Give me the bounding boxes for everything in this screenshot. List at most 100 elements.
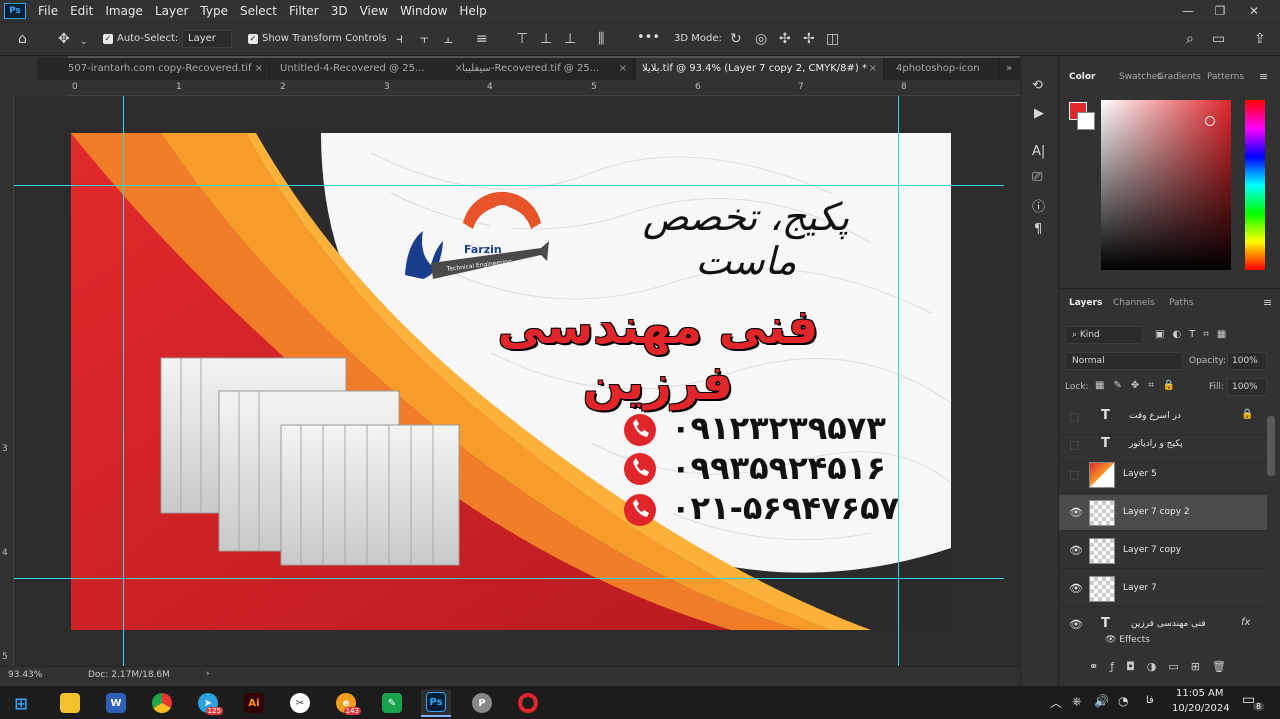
word-icon[interactable]: W xyxy=(101,689,131,717)
hue-slider[interactable] xyxy=(1245,100,1265,270)
visibility-eye-icon[interactable]: 👁 xyxy=(1069,618,1083,631)
fill-input[interactable]: 100% xyxy=(1227,378,1267,396)
photoshop-icon[interactable]: Ps xyxy=(421,689,451,717)
history-icon[interactable]: ⟲ xyxy=(1032,78,1043,93)
tab-paths[interactable]: Paths xyxy=(1169,298,1193,308)
tab-document-1[interactable]: 507-irantarh.com copy-Recovered.tif × xyxy=(62,58,270,80)
volume-icon[interactable]: 🔊 xyxy=(1094,694,1109,708)
menu-3d[interactable]: 3D xyxy=(325,4,354,18)
layer-row[interactable]: 👁 Layer 7 copy xyxy=(1059,533,1267,569)
tab-document-active[interactable]: بلایلا.tif @ 93.4% (Layer 7 copy 2, CMYK… xyxy=(636,58,884,80)
search-icon[interactable]: ⌕ xyxy=(1186,31,1194,47)
restore-button[interactable]: ❐ xyxy=(1204,0,1236,22)
align-right-icon[interactable]: ⫠ xyxy=(444,31,452,47)
visibility-toggle-icon[interactable]: □ xyxy=(1069,438,1079,451)
menu-type[interactable]: Type xyxy=(194,4,234,18)
3d-slide-icon[interactable]: ✢ xyxy=(803,31,815,47)
clock-time[interactable]: 11:05 AM xyxy=(1176,688,1223,699)
document-canvas[interactable]: Farzin Technical Engineering پکیج، تخصص … xyxy=(71,133,951,630)
actions-play-icon[interactable]: ▶ xyxy=(1034,106,1044,121)
tab-channels[interactable]: Channels xyxy=(1113,298,1155,308)
info-icon[interactable]: ⓘ xyxy=(1032,196,1045,215)
language-indicator[interactable]: فا xyxy=(1146,695,1154,706)
chrome-icon[interactable] xyxy=(147,689,177,717)
menu-image[interactable]: Image xyxy=(99,4,149,18)
tab-gradients[interactable]: Gradients xyxy=(1157,72,1201,82)
layer-row-selected[interactable]: 👁 Layer 7 copy 2 xyxy=(1059,495,1267,531)
opera-icon[interactable] xyxy=(513,689,543,717)
guide-horizontal[interactable] xyxy=(14,578,1004,579)
file-explorer-icon[interactable] xyxy=(55,689,85,717)
home-icon[interactable]: ⌂ xyxy=(18,31,27,47)
glyphs-icon[interactable]: ⎚ xyxy=(1032,170,1042,185)
tab-layers[interactable]: Layers xyxy=(1069,298,1102,308)
close-tab-icon[interactable]: × xyxy=(869,58,877,80)
align-top-icon[interactable]: ⊤ xyxy=(516,31,528,47)
visibility-eye-icon[interactable]: 👁 xyxy=(1069,582,1083,595)
more-options-button[interactable]: ••• xyxy=(637,30,660,45)
tab-swatches[interactable]: Swatches xyxy=(1119,72,1162,82)
character-icon[interactable]: A| xyxy=(1032,144,1045,159)
tray-app-icon[interactable]: ⎈ xyxy=(1072,694,1082,709)
panel-menu-icon[interactable]: ≡ xyxy=(1263,296,1272,309)
layer-filter-kind[interactable]: ⌕ Kind xyxy=(1065,326,1143,344)
network-icon[interactable]: ◔ xyxy=(1118,694,1128,708)
minimize-button[interactable]: — xyxy=(1172,0,1204,22)
auto-select-dropdown[interactable]: Layer xyxy=(182,30,232,48)
paragraph-icon[interactable]: ¶ xyxy=(1034,222,1042,237)
tab-document-5[interactable]: 4photoshop-icon xyxy=(890,58,1000,80)
guide-horizontal[interactable] xyxy=(14,185,1004,186)
menu-filter[interactable]: Filter xyxy=(283,4,325,18)
workspace-icon[interactable]: ▭ xyxy=(1212,31,1225,47)
tray-chevron-icon[interactable]: ︿ xyxy=(1050,694,1062,711)
visibility-eye-icon[interactable]: 👁 xyxy=(1069,506,1083,519)
visibility-eye-icon[interactable]: 👁 xyxy=(1069,544,1083,557)
menu-view[interactable]: View xyxy=(354,4,394,18)
tab-patterns[interactable]: Patterns xyxy=(1207,72,1244,82)
blend-mode-dropdown[interactable]: Normal xyxy=(1065,352,1183,370)
close-tab-icon[interactable]: × xyxy=(255,58,263,80)
visibility-toggle-icon[interactable]: □ xyxy=(1069,410,1079,423)
chevron-down-icon[interactable]: ⌄ xyxy=(80,34,88,50)
tab-document-2[interactable]: Untitled-4-Recovered @ 25... × xyxy=(274,58,470,80)
show-transform-checkbox[interactable]: ✓ xyxy=(248,34,258,44)
menu-select[interactable]: Select xyxy=(234,4,283,18)
guide-vertical[interactable] xyxy=(898,96,899,666)
tabs-overflow-icon[interactable]: » xyxy=(1000,58,1020,80)
share-icon[interactable]: ⇪ xyxy=(1254,31,1266,47)
align-left-icon[interactable]: ⫞ xyxy=(396,31,403,47)
close-tab-icon[interactable]: × xyxy=(619,58,627,80)
opacity-input[interactable]: 100% xyxy=(1227,352,1267,370)
lock-icons[interactable]: ▦✎✥⌗🔒 xyxy=(1095,380,1184,391)
color-picker-cursor[interactable] xyxy=(1205,116,1215,126)
layer-row[interactable]: □ Layer 5 xyxy=(1059,457,1267,493)
3d-orbit-icon[interactable]: ↻ xyxy=(730,31,742,47)
align-bottom-icon[interactable]: ⊥ xyxy=(564,31,576,47)
status-arrow-icon[interactable]: › xyxy=(206,669,210,679)
clock-date[interactable]: 10/20/2024 xyxy=(1172,703,1230,714)
auto-select-checkbox[interactable]: ✓ xyxy=(103,34,113,44)
menu-layer[interactable]: Layer xyxy=(149,4,194,18)
layer-filter-icons[interactable]: ▣◐T⌗▦ xyxy=(1155,329,1234,340)
align-middle-icon[interactable]: ⊥ xyxy=(540,31,552,47)
start-button[interactable]: ⊞ xyxy=(6,689,36,717)
layer-footer-buttons[interactable]: ⚭ƒ◘◑▭⊞🗑 xyxy=(1089,660,1238,673)
fx-icon[interactable]: fx xyxy=(1241,617,1250,628)
panel-menu-icon[interactable]: ≡ xyxy=(1259,70,1268,83)
layers-scrollbar[interactable] xyxy=(1267,416,1275,476)
3d-scale-icon[interactable]: ◫ xyxy=(826,31,839,47)
close-button[interactable]: ✕ xyxy=(1238,0,1270,22)
app-icon[interactable]: e 143 xyxy=(331,689,361,717)
tab-document-3[interactable]: سیفلیبا-Recovered.tif @ 25... × xyxy=(456,58,634,80)
menu-window[interactable]: Window xyxy=(394,4,453,18)
3d-pan-icon[interactable]: ✣ xyxy=(779,31,791,47)
telegram-icon[interactable]: ➤ 125 xyxy=(193,689,223,717)
snipping-tool-icon[interactable]: ✂ xyxy=(285,689,315,717)
menu-file[interactable]: File xyxy=(32,4,64,18)
layer-row[interactable]: 👁 Layer 7 xyxy=(1059,571,1267,607)
visibility-toggle-icon[interactable]: □ xyxy=(1069,468,1079,481)
layer-row[interactable]: 👁 T فنی مهندسی فرزین fx xyxy=(1059,607,1267,643)
messenger-icon[interactable]: ✎ xyxy=(377,689,407,717)
guide-vertical[interactable] xyxy=(123,96,124,666)
menu-help[interactable]: Help xyxy=(453,4,492,18)
